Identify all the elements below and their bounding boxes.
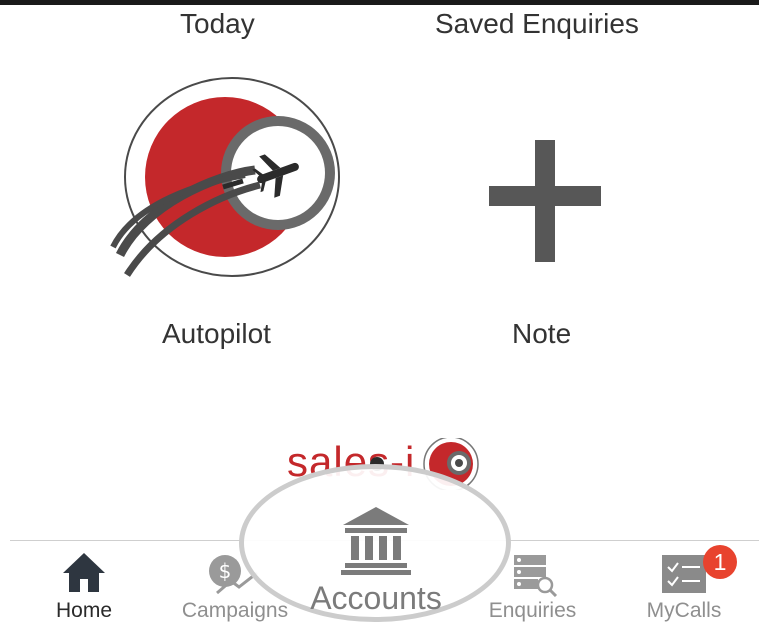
autopilot-tile[interactable] bbox=[105, 75, 345, 285]
saved-enquiries-label[interactable]: Saved Enquiries bbox=[435, 8, 639, 40]
tab-home[interactable]: Home bbox=[44, 545, 124, 623]
svg-text:$: $ bbox=[219, 559, 232, 583]
note-label[interactable]: Note bbox=[512, 318, 571, 350]
today-label[interactable]: Today bbox=[180, 8, 255, 40]
enquiries-icon bbox=[513, 555, 557, 597]
tab-enquiries-label: Enquiries bbox=[488, 599, 577, 622]
mycalls-badge: 1 bbox=[703, 545, 737, 579]
mycalls-icon bbox=[662, 555, 706, 593]
bank-icon bbox=[341, 507, 411, 575]
autopilot-label[interactable]: Autopilot bbox=[162, 318, 271, 350]
home-screen: Today Saved Enquiries Autopilot Note sal… bbox=[0, 0, 759, 623]
tab-campaigns-label: Campaigns bbox=[181, 599, 289, 622]
top-bar bbox=[0, 0, 759, 5]
autopilot-logo-icon bbox=[110, 77, 340, 277]
home-icon bbox=[63, 553, 105, 592]
plus-icon-horizontal[interactable] bbox=[489, 186, 601, 206]
tab-home-label: Home bbox=[55, 599, 113, 622]
tab-accounts-label[interactable]: Accounts bbox=[306, 580, 446, 617]
tab-mycalls-label: MyCalls bbox=[646, 599, 722, 622]
